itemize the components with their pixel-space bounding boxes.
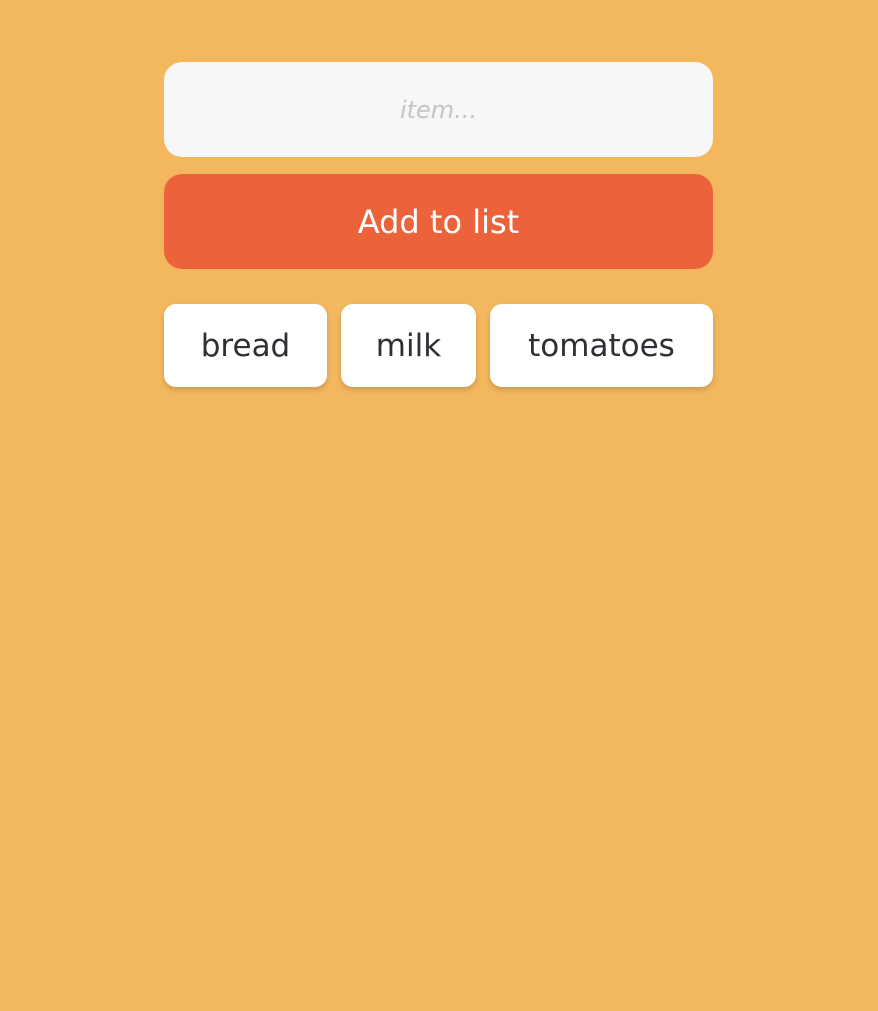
item-input[interactable] <box>164 62 713 157</box>
add-to-list-button[interactable]: Add to list <box>164 174 713 269</box>
shopping-list-app: Add to list bread milk tomatoes <box>164 62 713 387</box>
list-item[interactable]: milk <box>341 304 476 387</box>
list-item-label: milk <box>375 327 442 364</box>
page: { "form": { "input_value": "", "input_pl… <box>0 0 878 1011</box>
list-item[interactable]: bread <box>164 304 327 387</box>
list-item-label: bread <box>200 327 291 364</box>
item-list: bread milk tomatoes <box>164 304 713 387</box>
list-item[interactable]: tomatoes <box>490 304 713 387</box>
list-item-label: tomatoes <box>528 327 675 364</box>
